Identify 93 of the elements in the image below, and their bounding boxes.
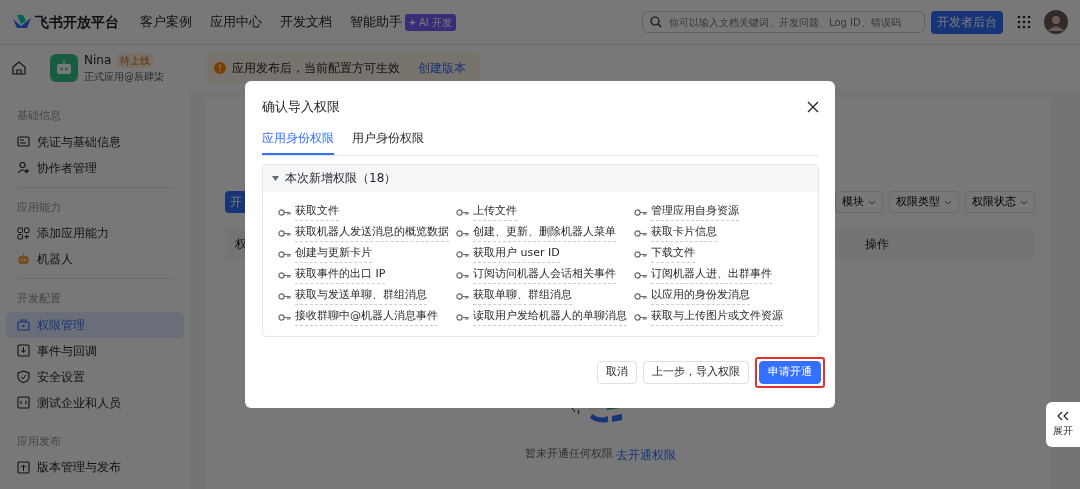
nav-link[interactable]: 开发文档 [280,12,332,32]
shield-icon [17,370,30,383]
sidebar-item[interactable]: 版本管理与发布 [6,454,184,480]
tab[interactable]: 应用身份权限 [262,128,334,155]
sidebar-item[interactable]: 协作者管理 [6,154,184,181]
key-icon [456,292,469,300]
key-icon [634,292,647,300]
key-icon [278,229,291,237]
key-icon [278,292,291,300]
permission-name: 下载文件 [651,245,695,263]
key-icon [634,271,647,279]
permission-name: 以应用的身份发消息 [651,287,750,305]
code-icon [17,396,30,409]
console-button[interactable]: 开发者后台 [931,10,1003,34]
caret-icon [272,175,279,181]
permission-name: 接收群聊中@机器人消息事件 [295,308,438,326]
notice-text: 应用发布后，当前配置方可生效 [232,59,400,77]
add-grid-icon [17,226,30,240]
key-icon [278,313,291,321]
add-person-icon [17,161,30,174]
key-icon [278,208,291,216]
permission-name: 创建、更新、删除机器人菜单 [473,224,616,242]
ai-badge: AI 开发 [405,13,456,31]
dialog-button[interactable]: 上一步，导入权限 [643,360,749,384]
permission-name: 获取与上传图片或文件资源 [651,308,783,326]
permission-name: 获取机器人发送消息的概览数据 [295,224,449,242]
permission-name: 获取卡片信息 [651,224,717,242]
filter-dropdown[interactable]: 模块 [835,191,883,213]
permission-name: 获取用户 user ID [473,245,560,263]
key-icon [634,313,647,321]
permission-name: 创建与更新卡片 [295,245,372,263]
key-icon [456,313,469,321]
sparkle-icon [409,18,416,26]
key-icon [456,250,469,258]
permission-name: 获取事件的出口 IP [295,266,386,284]
sidebar-item[interactable]: 权限管理 [6,311,184,338]
dialog-button[interactable]: 申请开通 [759,360,821,384]
filter-dropdown[interactable]: 权限状态 [965,191,1035,213]
empty-state-text: 暂未开通任何权限 [524,446,613,462]
brand-name[interactable]: 飞书开放平台 [35,11,119,33]
key-icon [634,250,647,258]
column-header: 操作 [865,236,889,253]
permission-name: 获取与发送单聊、群组消息 [295,287,427,305]
home-icon[interactable] [12,60,26,75]
filter-dropdown[interactable]: 权限类型 [889,191,959,213]
permission-name: 订阅机器人进、出群事件 [651,266,772,284]
chevron-down-icon [868,199,876,205]
key-icon [456,208,469,216]
permission-name: 获取单聊、群组消息 [473,287,572,305]
close-icon[interactable] [807,100,819,113]
sidebar-item[interactable]: 机器人 [6,246,184,272]
warning-icon [214,61,226,74]
nav-link[interactable]: 智能助手 [350,12,402,32]
sidebar-item[interactable]: 添加应用能力 [6,220,184,246]
robot-icon [17,252,30,266]
key-icon [278,250,291,258]
app-subtitle: 正式应用@辰肆柒 [84,70,164,84]
chevron-down-icon [944,199,952,205]
double-chevron-icon [1057,411,1069,421]
permission-name: 订阅访问机器人会话相关事件 [473,266,616,284]
key-icon [278,271,291,279]
upload-icon [17,460,30,474]
app-icon [50,53,78,82]
dialog-title: 确认导入权限 [262,98,340,116]
expand-button[interactable]: 展开 [1046,402,1080,447]
nav-link[interactable]: 应用中心 [210,12,262,32]
status-tag: 待上线 [117,52,154,68]
column-header: 权 [235,236,247,253]
key-icon [456,271,469,279]
key-icon [456,229,469,237]
sidebar-item[interactable]: 凭证与基础信息 [6,128,184,155]
permission-name: 读取用户发给机器人的单聊消息 [473,308,627,326]
permission-name: 管理应用自身资源 [651,203,739,221]
id-card-icon [17,135,30,148]
create-version-link[interactable]: 创建版本 [418,58,466,77]
dialog-button[interactable]: 取消 [597,360,637,384]
lock-icon [17,318,30,331]
chevron-down-icon [1020,199,1028,205]
group-header[interactable]: 本次新增权限（18） [263,164,818,192]
sidebar-item[interactable]: 安全设置 [6,363,184,390]
apps-grid-icon[interactable] [1017,15,1031,29]
open-permissions-link[interactable]: 去开通权限 [615,446,676,464]
sidebar-item[interactable]: 测试企业和人员 [6,389,184,416]
key-icon [634,229,647,237]
sidebar-item[interactable]: 事件与回调 [6,337,184,364]
avatar[interactable] [1044,10,1068,34]
logo-icon[interactable] [12,14,32,30]
nav-link[interactable]: 客户案例 [140,12,192,32]
key-icon [634,208,647,216]
permission-name: 获取文件 [295,203,339,221]
app-name: Nina [84,52,112,69]
permission-name: 上传文件 [473,203,517,221]
tab[interactable]: 用户身份权限 [352,128,424,155]
